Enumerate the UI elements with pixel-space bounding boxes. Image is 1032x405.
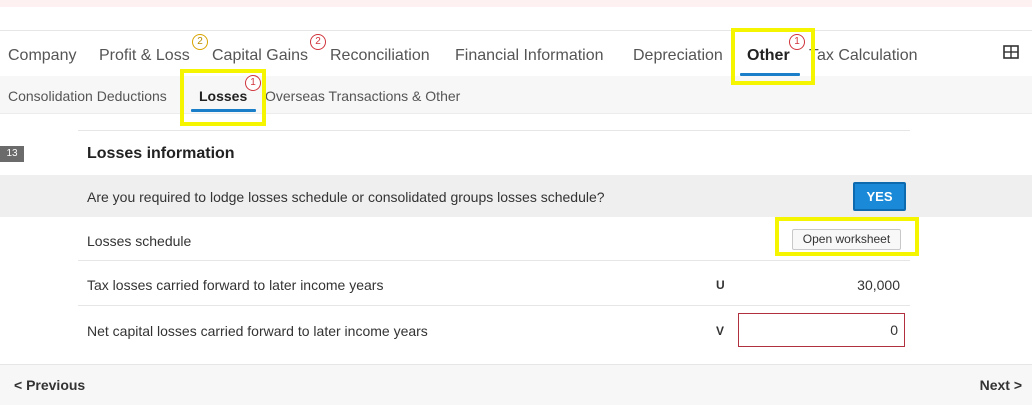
row-divider	[78, 260, 910, 261]
next-button[interactable]: Next >	[980, 377, 1022, 393]
tax-losses-code: U	[716, 278, 725, 292]
tab-tax-calculation[interactable]: Tax Calculation	[809, 47, 918, 65]
subtab-consolidation-deductions[interactable]: Consolidation Deductions	[8, 88, 167, 104]
main-tab-bar: Company Profit & Loss 2 Capital Gains 2 …	[0, 30, 1032, 76]
open-worksheet-button[interactable]: Open worksheet	[792, 229, 901, 250]
net-capital-losses-code: V	[716, 324, 725, 338]
yes-toggle-button[interactable]: YES	[853, 182, 906, 211]
section-number: 13	[0, 146, 24, 162]
net-capital-losses-input[interactable]: 0	[738, 313, 905, 347]
tab-financial-information[interactable]: Financial Information	[455, 47, 604, 65]
footer-nav: < Previous Next >	[0, 364, 1032, 405]
highlight-losses-subtab	[180, 69, 266, 126]
grid-layout-icon[interactable]	[1003, 45, 1019, 59]
tab-depreciation[interactable]: Depreciation	[633, 47, 723, 65]
sub-tab-bar: Consolidation Deductions Losses 1 Overse…	[0, 75, 1032, 114]
net-capital-losses-label: Net capital losses carried forward to la…	[87, 323, 428, 339]
highlight-other-tab	[731, 28, 815, 85]
tab-company[interactable]: Company	[8, 47, 76, 65]
tab-capital-gains[interactable]: Capital Gains	[212, 47, 308, 65]
row-divider	[78, 305, 910, 306]
alert-strip	[0, 0, 1032, 7]
tab-profit-loss-badge: 2	[192, 34, 208, 50]
previous-button[interactable]: < Previous	[14, 377, 85, 393]
section-title: Losses information	[87, 145, 235, 162]
tax-losses-label: Tax losses carried forward to later inco…	[87, 277, 384, 293]
tab-profit-loss[interactable]: Profit & Loss	[99, 47, 190, 65]
lodge-question-label: Are you required to lodge losses schedul…	[87, 189, 605, 205]
tab-reconciliation[interactable]: Reconciliation	[330, 47, 430, 65]
subtab-overseas-transactions[interactable]: Overseas Transactions & Other	[265, 88, 460, 104]
tax-losses-value: 30,000	[857, 277, 900, 293]
section-top-divider	[78, 130, 910, 131]
losses-schedule-label: Losses schedule	[87, 233, 192, 249]
tab-capital-gains-badge: 2	[310, 34, 326, 50]
